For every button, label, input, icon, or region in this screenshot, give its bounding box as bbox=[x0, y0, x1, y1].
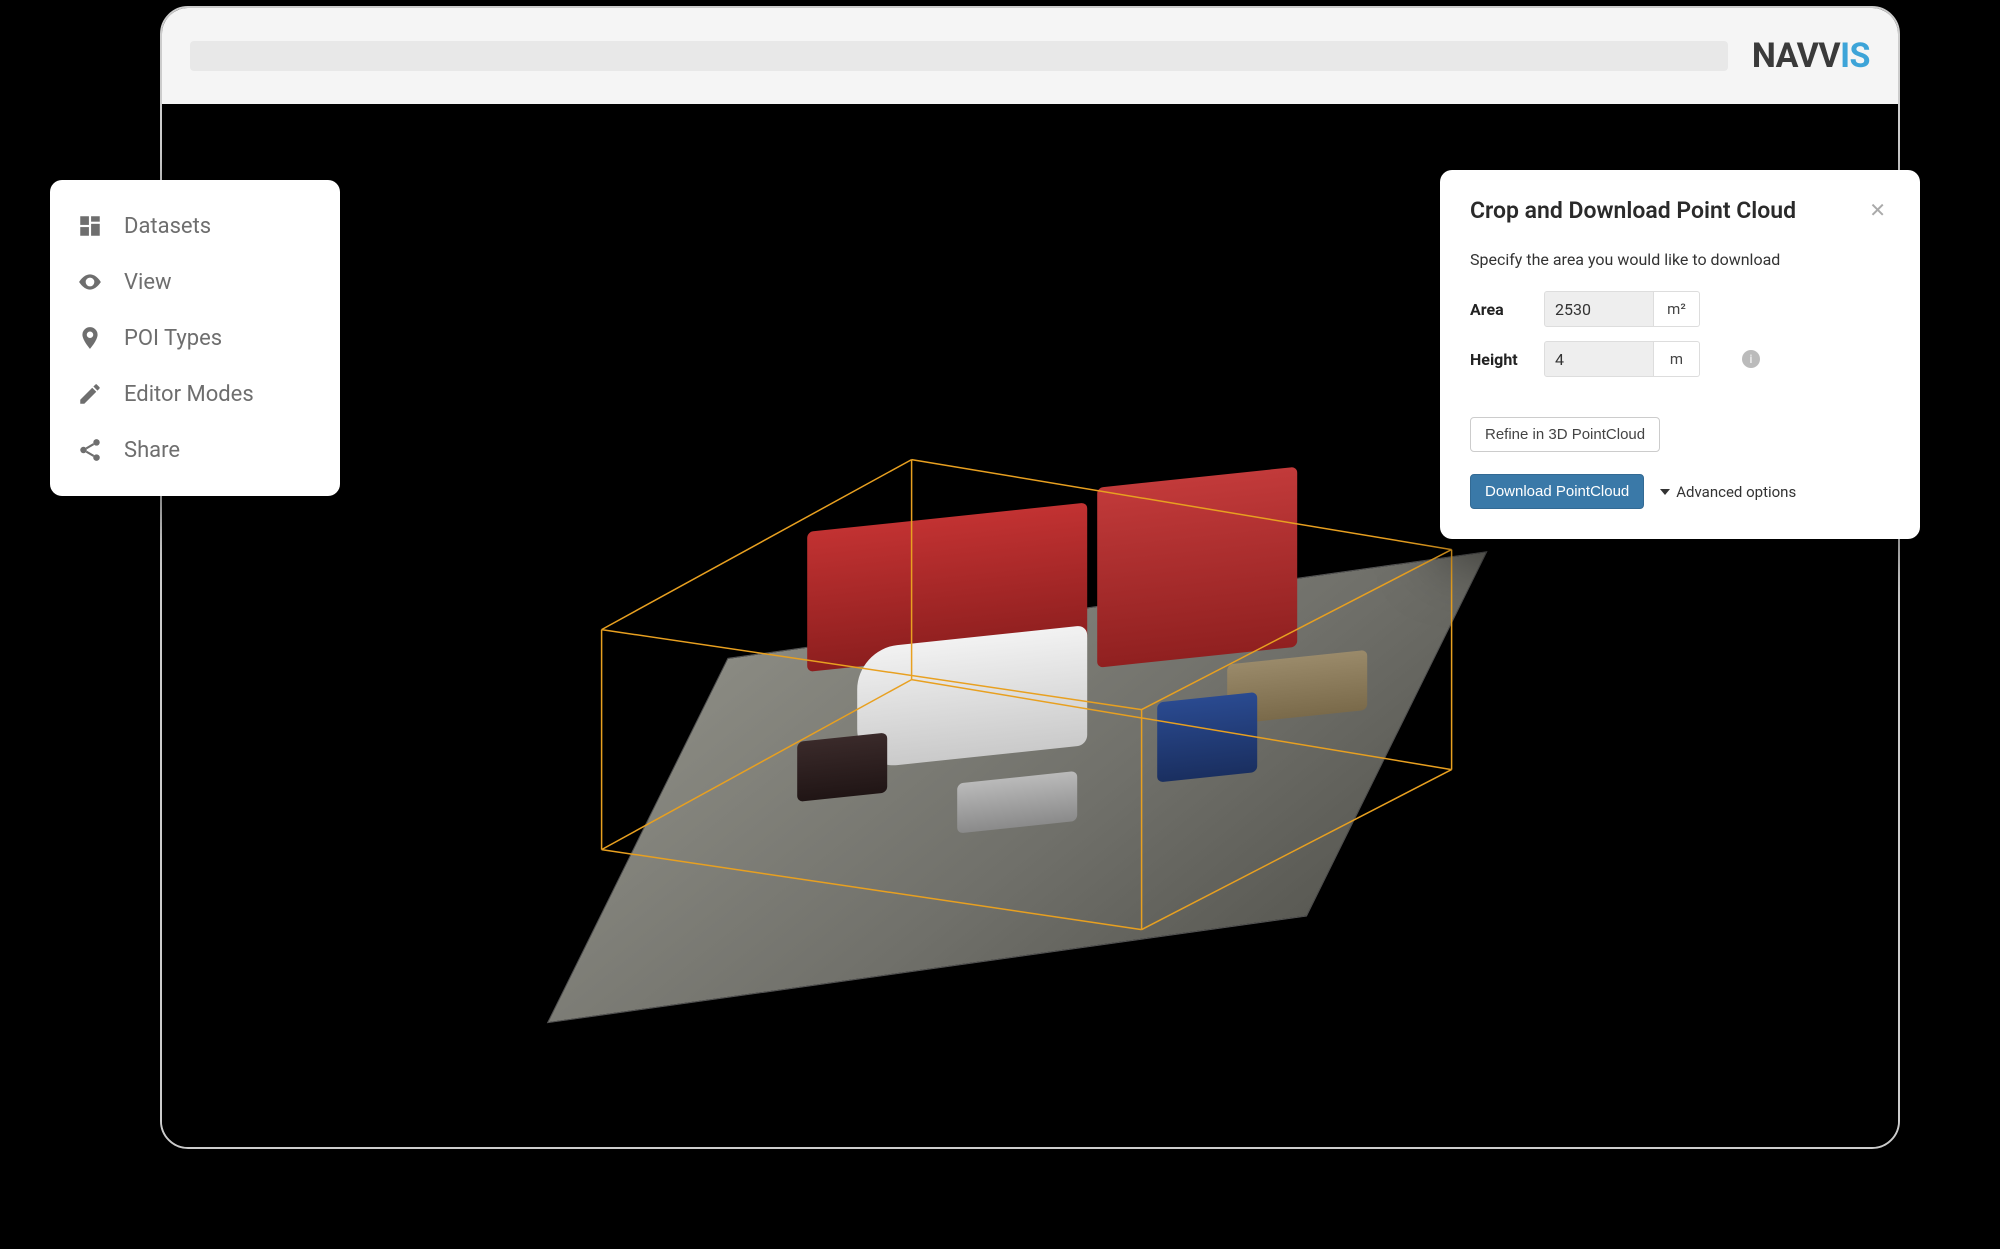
area-label: Area bbox=[1470, 300, 1530, 319]
logo-part: V bbox=[1818, 36, 1840, 76]
pencil-icon bbox=[76, 380, 104, 408]
sidebar-item-share[interactable]: Share bbox=[50, 422, 340, 478]
sidebar-item-label: Editor Modes bbox=[124, 382, 254, 407]
panel-description: Specify the area you would like to downl… bbox=[1470, 250, 1890, 269]
machine-red-back bbox=[1097, 466, 1297, 667]
sidebar-item-label: Share bbox=[124, 438, 180, 463]
sidebar-item-datasets[interactable]: Datasets bbox=[50, 198, 340, 254]
height-row: Height 4 m i bbox=[1470, 341, 1890, 377]
height-unit: m bbox=[1654, 341, 1700, 377]
logo-part: N bbox=[1752, 36, 1776, 76]
panel-title: Crop and Download Point Cloud bbox=[1470, 197, 1796, 224]
sidebar-menu: Datasets View POI Types Editor Modes Sha… bbox=[50, 180, 340, 496]
chevron-down-icon bbox=[1660, 489, 1670, 495]
info-icon[interactable]: i bbox=[1742, 350, 1760, 368]
share-icon bbox=[76, 436, 104, 464]
eye-icon bbox=[76, 268, 104, 296]
pin-icon bbox=[76, 324, 104, 352]
area-input[interactable]: 2530 bbox=[1544, 291, 1654, 327]
height-input[interactable]: 4 bbox=[1544, 341, 1654, 377]
advanced-options-label: Advanced options bbox=[1676, 483, 1796, 501]
sidebar-item-label: POI Types bbox=[124, 326, 222, 351]
logo-part: IS bbox=[1840, 36, 1870, 76]
advanced-options-toggle[interactable]: Advanced options bbox=[1660, 483, 1796, 501]
height-label: Height bbox=[1470, 350, 1530, 369]
sidebar-item-editor-modes[interactable]: Editor Modes bbox=[50, 366, 340, 422]
download-row: Download PointCloud Advanced options bbox=[1470, 474, 1890, 509]
sidebar-item-poi-types[interactable]: POI Types bbox=[50, 310, 340, 366]
sidebar-item-label: Datasets bbox=[124, 214, 211, 239]
logo-part: AV bbox=[1776, 36, 1819, 76]
panel-actions: Refine in 3D PointCloud bbox=[1470, 417, 1890, 452]
sidebar-item-view[interactable]: View bbox=[50, 254, 340, 310]
close-icon[interactable]: ✕ bbox=[1865, 196, 1890, 224]
brand-logo: NAVVIS bbox=[1752, 36, 1870, 76]
pointcloud-scene bbox=[537, 397, 1417, 917]
header: NAVVIS bbox=[162, 8, 1898, 104]
dashboard-icon bbox=[76, 212, 104, 240]
download-button[interactable]: Download PointCloud bbox=[1470, 474, 1644, 509]
search-input[interactable] bbox=[190, 41, 1728, 71]
crate bbox=[797, 732, 887, 801]
crop-download-panel: Crop and Download Point Cloud ✕ Specify … bbox=[1440, 170, 1920, 539]
sidebar-item-label: View bbox=[124, 270, 172, 295]
tool-cart bbox=[1157, 691, 1257, 782]
area-unit: m² bbox=[1654, 291, 1700, 327]
machine-white bbox=[857, 625, 1087, 769]
refine-button[interactable]: Refine in 3D PointCloud bbox=[1470, 417, 1660, 452]
panel-header: Crop and Download Point Cloud ✕ bbox=[1470, 196, 1890, 224]
area-row: Area 2530 m² bbox=[1470, 291, 1890, 327]
